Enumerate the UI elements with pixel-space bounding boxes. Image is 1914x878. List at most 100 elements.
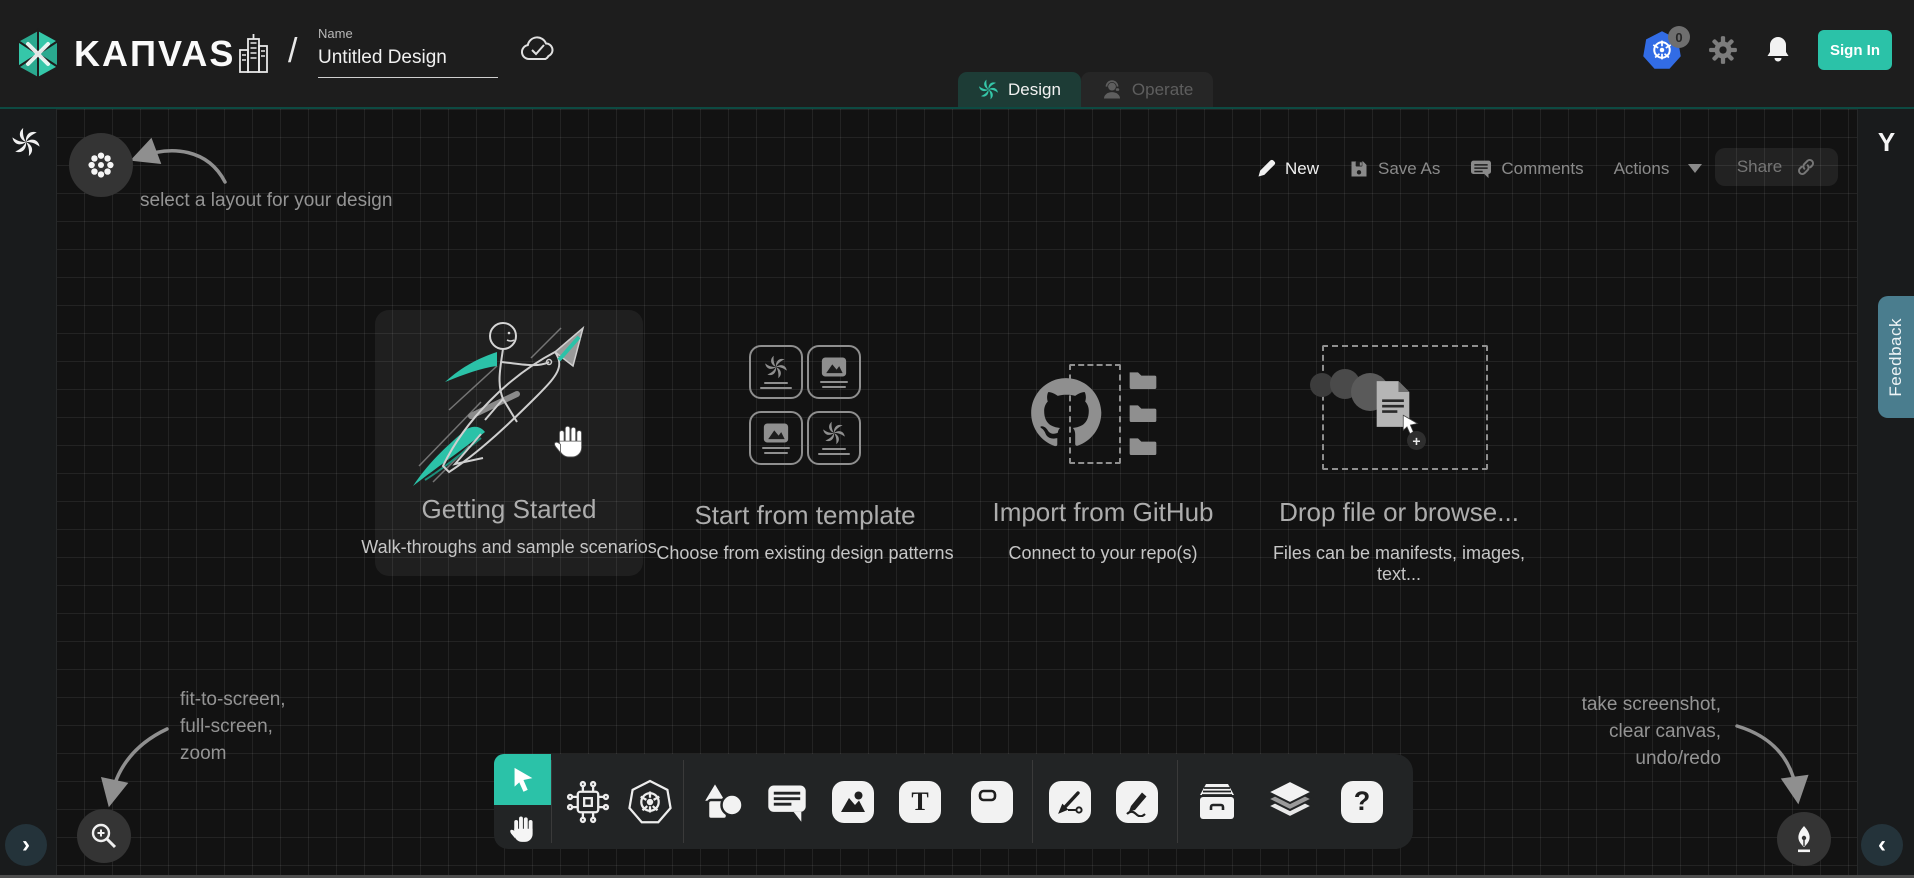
tab-design-label: Design: [1008, 80, 1061, 100]
getting-started-title: Getting Started: [375, 494, 643, 525]
pen-tile: [1049, 781, 1091, 823]
note-icon: [977, 787, 1007, 817]
drop-file-title[interactable]: Drop file or browse...: [1264, 497, 1534, 528]
tab-operate[interactable]: Operate: [1081, 72, 1213, 107]
breadcrumb-separator: /: [288, 32, 297, 71]
component-chip-icon: [565, 779, 611, 825]
new-label: New: [1285, 159, 1319, 179]
template-tile-image-icon: [807, 345, 861, 399]
comment-tool[interactable]: [765, 781, 809, 823]
zoom-button[interactable]: [77, 809, 131, 863]
save-as-label: Save As: [1378, 159, 1440, 179]
feedback-tab[interactable]: Feedback: [1878, 296, 1914, 418]
image-icon: [839, 788, 867, 816]
repo-folder-icon: [1128, 433, 1158, 457]
notifications-bell-icon[interactable]: [1764, 34, 1792, 66]
design-name-input[interactable]: [318, 45, 498, 78]
drop-file-subtitle: Files can be manifests, images, text...: [1249, 543, 1549, 585]
canvas-action-row: New Save As Comments Actions: [1256, 150, 1702, 187]
tab-design[interactable]: Design: [958, 72, 1081, 107]
right-dock-strip: Y: [1857, 109, 1914, 878]
header-right-group: 0 Sign In: [1642, 30, 1892, 70]
kubernetes-context-button[interactable]: 0: [1642, 30, 1682, 70]
rocket-illustration: [385, 314, 633, 500]
pan-tool[interactable]: [494, 805, 551, 849]
layout-selector-button[interactable]: [69, 133, 133, 197]
drawer-icon: [1193, 780, 1241, 824]
sign-in-button[interactable]: Sign In: [1818, 30, 1892, 70]
hand-cursor-icon: [553, 420, 587, 458]
app-header: KAΠVAS / Name Design Oper: [0, 0, 1914, 107]
design-canvas[interactable]: Y select a layout for your design New: [0, 107, 1914, 878]
template-tile-image-icon: [749, 411, 803, 465]
help-glyph: ?: [1354, 786, 1371, 817]
dock-divider: [683, 760, 684, 843]
image-tile: [832, 781, 874, 823]
organization-icon[interactable]: [236, 32, 270, 76]
new-design-button[interactable]: New: [1256, 159, 1319, 179]
text-tile: T: [899, 781, 941, 823]
start-from-template-card[interactable]: [749, 345, 861, 465]
meshery-spinner-icon: [11, 127, 41, 157]
kubernetes-count-badge: 0: [1668, 26, 1690, 48]
pan-hand-icon: [509, 811, 537, 843]
view-controls-arrow: [95, 717, 185, 812]
collapse-right-panel-button[interactable]: ‹: [1861, 824, 1903, 866]
drawer-tool[interactable]: [1193, 780, 1241, 824]
text-tool-glyph: T: [911, 787, 928, 817]
start-from-template-title: Start from template: [670, 500, 940, 531]
view-controls-hint: fit-to-screen, full-screen, zoom: [180, 686, 286, 767]
expand-left-panel-button[interactable]: ›: [5, 824, 47, 866]
fountain-pen-icon: [1055, 787, 1085, 817]
shapes-icon: [698, 779, 746, 825]
mode-tabs: Design Operate: [958, 72, 1213, 107]
actions-dropdown[interactable]: Actions: [1614, 159, 1703, 179]
brand[interactable]: KAΠVAS: [14, 28, 235, 80]
share-button[interactable]: Share: [1715, 148, 1838, 186]
chevron-left-icon: ‹: [1878, 831, 1886, 859]
pencil-icon: [1256, 159, 1276, 179]
settings-gear-icon[interactable]: [1708, 35, 1738, 65]
canvas-actions-arrow: [1725, 714, 1815, 809]
comment-bubble-icon: [765, 781, 809, 823]
repo-folder-icon: [1128, 400, 1158, 424]
cloud-saved-icon: [518, 34, 558, 66]
shapes-dock-toggle-icon[interactable]: Y: [1858, 127, 1914, 158]
repo-folder-icon: [1128, 367, 1158, 391]
layers-tool[interactable]: [1266, 779, 1314, 825]
dock-divider: [551, 760, 552, 843]
text-tool[interactable]: T: [899, 781, 941, 823]
import-from-github-title[interactable]: Import from GitHub: [968, 497, 1238, 528]
layers-icon: [1266, 779, 1314, 825]
operate-person-icon: [1101, 79, 1123, 101]
chevron-down-icon: [1688, 164, 1702, 173]
note-tool[interactable]: [971, 781, 1013, 823]
canvas-actions-hint: take screenshot, clear canvas, undo/redo: [1521, 691, 1721, 772]
sketch-pencil-icon: [1122, 787, 1152, 817]
kubernetes-tool[interactable]: [626, 778, 674, 826]
github-octocat-icon[interactable]: [1028, 375, 1104, 451]
image-tool[interactable]: [832, 781, 874, 823]
save-as-button[interactable]: Save As: [1349, 159, 1440, 179]
actions-label: Actions: [1614, 159, 1670, 179]
share-link-icon: [1796, 157, 1816, 177]
pen-actions-button[interactable]: [1777, 812, 1831, 866]
note-tile: [971, 781, 1013, 823]
component-tool[interactable]: [565, 779, 611, 825]
template-tile-design-icon: [749, 345, 803, 399]
feedback-label: Feedback: [1886, 318, 1906, 397]
comments-icon: [1470, 159, 1492, 179]
comments-button[interactable]: Comments: [1470, 159, 1583, 179]
name-field-label: Name: [318, 26, 498, 41]
comments-label: Comments: [1501, 159, 1583, 179]
pen-tool[interactable]: [1049, 781, 1091, 823]
shapes-tool[interactable]: [698, 779, 746, 825]
pencil-tool[interactable]: [1116, 781, 1158, 823]
help-tool[interactable]: ?: [1341, 781, 1383, 823]
pen-nib-icon: [1790, 824, 1818, 854]
select-tool[interactable]: [494, 754, 551, 805]
left-dock-strip: [0, 109, 57, 878]
start-from-template-subtitle: Choose from existing design patterns: [655, 543, 955, 564]
dock-divider: [1032, 760, 1033, 843]
layout-flower-icon: [86, 150, 116, 180]
